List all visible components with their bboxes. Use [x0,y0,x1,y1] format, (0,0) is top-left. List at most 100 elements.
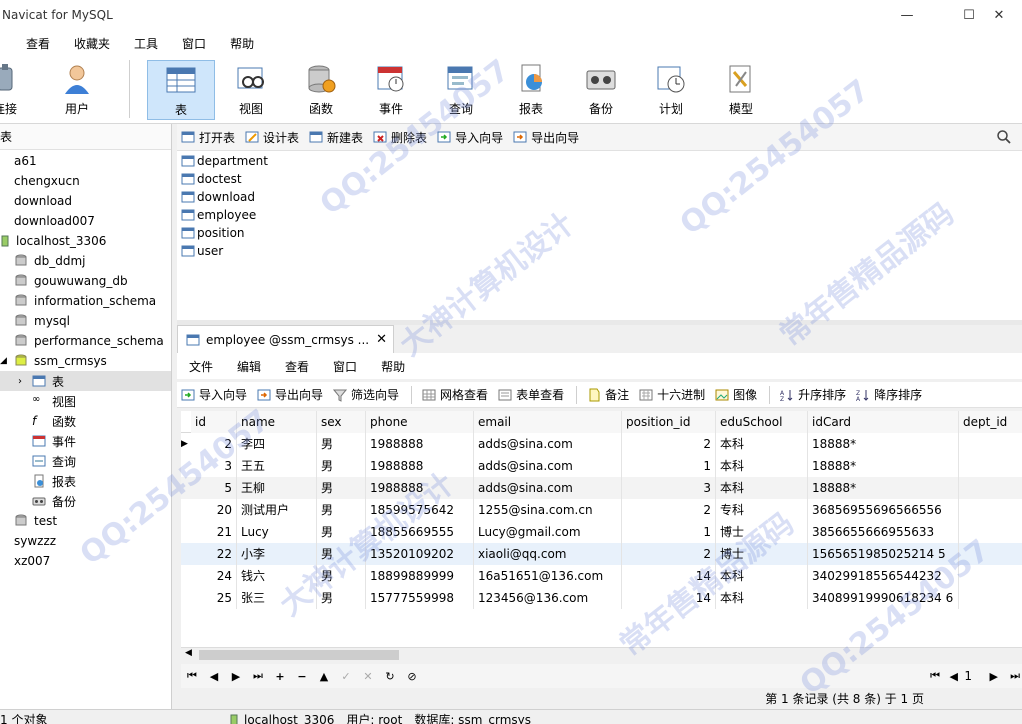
grid-cell-email[interactable]: Lucy@gmail.com [474,521,622,543]
grid-cell-sex[interactable]: 男 [317,433,366,455]
grid-cell-email[interactable]: 16a51651@136.com [474,565,622,587]
tree-item-information-schema[interactable]: information_schema [14,291,156,311]
menu-view[interactable]: 查看 [14,35,62,52]
design-table-button[interactable]: 设计表 [245,129,299,146]
grid-cell-position-id[interactable]: 1 [622,455,716,477]
first-record-icon[interactable]: ⏮ [181,669,203,683]
table-row[interactable]: 21 Lucy 男 18855669555 Lucy@gmail.com 1 博士 38566… [181,521,1022,543]
tree-item-events[interactable]: 事件 [32,431,76,451]
last-page-icon[interactable]: ⏭ [1010,669,1020,683]
image-button[interactable]: 图像 [715,386,757,403]
tree-item-a61[interactable]: a61 [0,151,37,171]
tree-item-reports[interactable]: 报表 [32,471,76,491]
tree-item-localhost[interactable]: localhost_3306 [0,231,106,251]
delete-table-button[interactable]: 删除表 [373,129,427,146]
column-header-email[interactable]: email [474,411,622,433]
grid-cell-name[interactable]: 测试用户 [237,499,317,521]
tree-item-functions[interactable]: f 函数 [32,411,76,431]
inner-menu-edit[interactable]: 编辑 [225,358,273,375]
tree-item-gouwuwang-db[interactable]: gouwuwang_db [14,271,128,291]
tree-item-views[interactable]: ∞ 视图 [32,391,76,411]
tree-item-backups[interactable]: 备份 [32,491,76,511]
open-table-button[interactable]: 打开表 [181,129,235,146]
query-button[interactable]: 查询 [428,60,494,120]
grid-cell-idcard[interactable]: 34089919990618234 6 [808,587,959,609]
user-button[interactable]: 用户 [44,60,110,120]
grid-cell-eduschool[interactable]: 专科 [716,499,808,521]
menu-tools[interactable]: 工具 [122,35,170,52]
column-header-sex[interactable]: sex [317,411,366,433]
grid-cell-email[interactable]: 1255@sina.com.cn [474,499,622,521]
next-record-icon[interactable]: ▶ [225,670,247,683]
next-page-icon[interactable]: ▶ [990,670,998,683]
menu-favorites[interactable]: 收藏夹 [62,35,122,52]
minimize-button[interactable]: — [884,0,930,30]
grid-cell-idcard[interactable]: 18888* [808,433,959,455]
grid-cell-position-id[interactable]: 14 [622,565,716,587]
menu-window[interactable]: 窗口 [170,35,218,52]
grid-view-button[interactable]: 网格查看 [422,386,488,403]
column-header-name[interactable]: name [237,411,317,433]
table-row[interactable]: ▶ 2 李四男 1988888 adds@sina.com 2 本科 18888* [181,433,1022,455]
table-row[interactable]: 22 小李男 13520109202 xiaoli@qq.com 2 博士 15656519… [181,543,1022,565]
grid-cell-id[interactable]: 3 [191,455,237,477]
grid-cell-phone[interactable]: 1988888 [366,455,474,477]
table-row[interactable]: 3 王五男 1988888 adds@sina.com 1 本科 18888* [181,455,1022,477]
list-item[interactable]: employee [181,206,256,224]
column-header-dept-id[interactable]: dept_id [959,411,1022,433]
report-button[interactable]: 报表 [498,60,564,120]
memo-button[interactable]: 备注 [587,386,629,403]
grid-cell-sex[interactable]: 男 [317,565,366,587]
add-record-icon[interactable]: + [269,670,291,683]
tree-item-sywzzz[interactable]: sywzzz [0,531,56,551]
table-row[interactable]: 5 王柳男 1988888 adds@sina.com 3 本科 18888* [181,477,1022,499]
grid-cell-name[interactable]: 王柳 [237,477,317,499]
grid-cell-idcard[interactable]: 3856655666955633 [808,521,959,543]
expand-arrow-icon[interactable]: ◢ [0,356,14,366]
last-record-icon[interactable]: ⏭ [247,669,269,683]
cancel-icon[interactable]: ✕ [357,670,379,683]
grid-cell-id[interactable]: 20 [191,499,237,521]
tree-item-download[interactable]: download [0,191,72,211]
form-view-button[interactable]: 表单查看 [498,386,564,403]
delete-record-icon[interactable]: − [291,670,313,683]
connect-button[interactable]: 连接 [0,60,38,120]
new-table-button[interactable]: 新建表 [309,129,363,146]
tree-item-test[interactable]: test [14,511,57,531]
grid-cell-idcard[interactable]: 18888* [808,477,959,499]
refresh-icon[interactable]: ↻ [379,670,401,683]
first-page-icon[interactable]: ⏮ [930,669,940,683]
sort-desc-button[interactable]: ZA 降序排序 [856,386,922,403]
menu-help[interactable]: 帮助 [218,35,266,52]
grid-cell-idcard[interactable]: 1565651985025214 5 [808,543,959,565]
grid-cell-eduschool[interactable]: 博士 [716,521,808,543]
prev-record-icon[interactable]: ◀ [203,670,225,683]
grid-cell-id[interactable]: 21 [191,521,237,543]
schedule-button[interactable]: 计划 [638,60,704,120]
grid-cell-sex[interactable]: 男 [317,499,366,521]
grid-cell-position-id[interactable]: 2 [622,499,716,521]
grid-cell-phone[interactable]: 18899889999 [366,565,474,587]
tree-item-performance-schema[interactable]: performance_schema [14,331,164,351]
grid-cell-eduschool[interactable]: 本科 [716,565,808,587]
tab-employee[interactable]: employee @ssm_crmsys ... ✕ [177,325,394,353]
export-wizard-button[interactable]: 导出向导 [513,129,579,146]
import-wizard-button[interactable]: 导入向导 [437,129,503,146]
list-item[interactable]: download [181,188,255,206]
inner-menu-file[interactable]: 文件 [177,358,225,375]
grid-cell-email[interactable]: 123456@136.com [474,587,622,609]
grid-cell-name[interactable]: 李四 [237,433,317,455]
grid-cell-idcard[interactable]: 36856955696566556 [808,499,959,521]
inner-menu-help[interactable]: 帮助 [369,358,417,375]
grid-cell-name[interactable]: 张三 [237,587,317,609]
event-button[interactable]: 事件 [358,60,424,120]
list-item[interactable]: doctest [181,170,242,188]
grid-cell-dept-id[interactable] [959,587,1022,609]
apply-changes-icon[interactable]: ▲ [313,670,335,683]
grid-import-button[interactable]: 导入向导 [181,386,247,403]
grid-cell-eduschool[interactable]: 博士 [716,543,808,565]
column-header-eduschool[interactable]: eduSchool [716,411,808,433]
grid-cell-position-id[interactable]: 3 [622,477,716,499]
grid-cell-email[interactable]: adds@sina.com [474,477,622,499]
grid-cell-name[interactable]: 王五 [237,455,317,477]
